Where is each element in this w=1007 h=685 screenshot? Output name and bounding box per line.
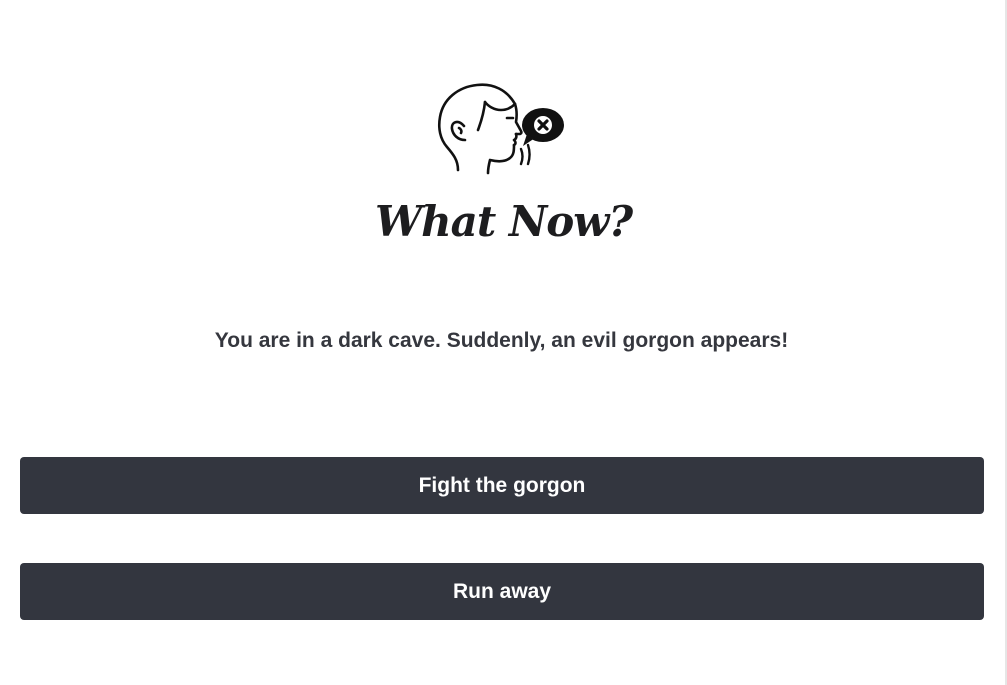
app-title: What Now? [374, 197, 633, 246]
run-away-button[interactable]: Run away [20, 563, 984, 620]
fight-gorgon-button[interactable]: Fight the gorgon [20, 457, 984, 514]
talking-head-icon [437, 83, 564, 175]
story-text: You are in a dark cave. Suddenly, an evi… [214, 329, 789, 352]
speech-bubble-x-icon [522, 108, 564, 146]
sound-wave-icon [519, 147, 524, 166]
